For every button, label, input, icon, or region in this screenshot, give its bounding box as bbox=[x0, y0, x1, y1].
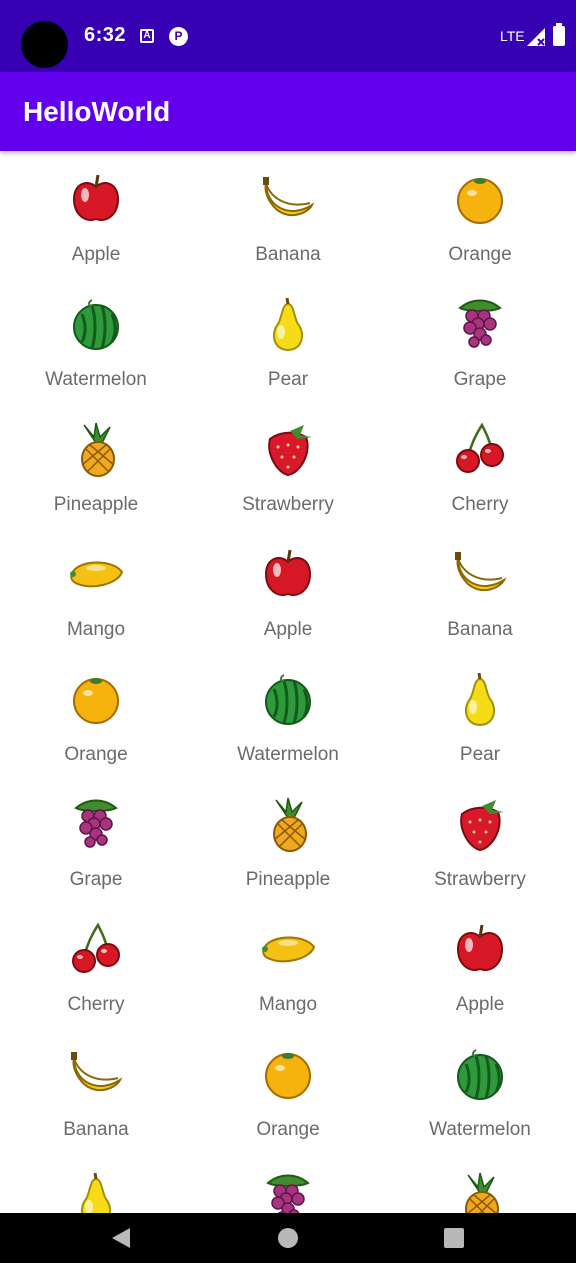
banana-icon bbox=[260, 171, 316, 227]
fruit-item[interactable]: Pineapple bbox=[192, 776, 384, 901]
fruit-item[interactable]: Watermelon bbox=[192, 651, 384, 776]
signal-icon bbox=[527, 28, 545, 46]
home-icon[interactable] bbox=[278, 1228, 298, 1248]
fruit-item[interactable]: Watermelon bbox=[0, 276, 192, 401]
watermelon-icon bbox=[260, 671, 316, 727]
fruit-label: Banana bbox=[447, 619, 513, 640]
watermelon-icon bbox=[452, 1046, 508, 1102]
fruit-item[interactable]: Apple bbox=[0, 151, 192, 276]
fruit-label: Strawberry bbox=[242, 494, 334, 515]
fruit-item[interactable]: Banana bbox=[384, 526, 576, 651]
fruit-label: Cherry bbox=[67, 994, 125, 1015]
fruit-item[interactable]: Pear bbox=[0, 1151, 192, 1213]
fruit-item[interactable]: Strawberry bbox=[384, 776, 576, 901]
pineapple-icon bbox=[68, 421, 124, 477]
fruit-item[interactable]: Orange bbox=[384, 151, 576, 276]
banana-icon bbox=[68, 1046, 124, 1102]
fruit-label: Apple bbox=[455, 994, 505, 1015]
fruit-item[interactable]: Apple bbox=[192, 526, 384, 651]
back-icon[interactable] bbox=[110, 1227, 132, 1249]
fruit-label: Orange bbox=[448, 244, 512, 265]
orange-icon bbox=[452, 171, 508, 227]
pear-icon bbox=[68, 1171, 124, 1213]
fruit-label: Pear bbox=[267, 369, 309, 390]
fruit-label: Pineapple bbox=[245, 869, 331, 890]
watermelon-icon bbox=[68, 296, 124, 352]
apple-icon bbox=[260, 546, 316, 602]
app-bar: HelloWorld bbox=[0, 72, 576, 151]
fruit-item[interactable]: Grape bbox=[0, 776, 192, 901]
fruit-item[interactable]: Cherry bbox=[0, 901, 192, 1026]
navigation-bar bbox=[0, 1213, 576, 1263]
fruit-label: Pineapple bbox=[53, 494, 139, 515]
p-icon: P bbox=[169, 27, 188, 46]
status-bar: 6:32 A P LTE bbox=[0, 0, 576, 72]
orange-icon bbox=[260, 1046, 316, 1102]
camera-cutout bbox=[21, 21, 68, 68]
fruit-label: Apple bbox=[263, 619, 313, 640]
battery-icon bbox=[553, 23, 565, 46]
fruit-label: Watermelon bbox=[237, 744, 339, 765]
fruit-label: Banana bbox=[255, 244, 321, 265]
fruit-grid[interactable]: Apple Banana Orange Watermelon Pear Grape Pine… bbox=[0, 151, 576, 1213]
fruit-item[interactable]: Cherry bbox=[384, 401, 576, 526]
fruit-label: Mango bbox=[66, 619, 126, 640]
fruit-item[interactable]: Pineapple bbox=[384, 1151, 576, 1213]
fruit-item[interactable]: Grape bbox=[384, 276, 576, 401]
fruit-label: Banana bbox=[63, 1119, 129, 1140]
apple-icon bbox=[452, 921, 508, 977]
pear-icon bbox=[452, 671, 508, 727]
mango-icon bbox=[260, 921, 316, 977]
orange-icon bbox=[68, 671, 124, 727]
fruit-item[interactable]: Watermelon bbox=[384, 1026, 576, 1151]
fruit-label: Strawberry bbox=[434, 869, 526, 890]
status-time: 6:32 bbox=[84, 24, 127, 46]
fruit-item[interactable]: Mango bbox=[0, 526, 192, 651]
fruit-item[interactable]: Orange bbox=[0, 651, 192, 776]
pineapple-icon bbox=[452, 1171, 508, 1213]
grape-icon bbox=[68, 796, 124, 852]
fruit-item[interactable]: Banana bbox=[192, 151, 384, 276]
banana-icon bbox=[452, 546, 508, 602]
cherry-icon bbox=[68, 921, 124, 977]
fruit-label: Pear bbox=[459, 744, 501, 765]
fruit-item[interactable]: Pear bbox=[192, 276, 384, 401]
fruit-item[interactable]: Orange bbox=[192, 1026, 384, 1151]
network-type: LTE bbox=[500, 28, 525, 44]
pineapple-icon bbox=[260, 796, 316, 852]
grape-icon bbox=[452, 296, 508, 352]
fruit-item[interactable]: Apple bbox=[384, 901, 576, 1026]
a-icon: A bbox=[140, 29, 154, 43]
fruit-item[interactable]: Pineapple bbox=[0, 401, 192, 526]
fruit-label: Watermelon bbox=[45, 369, 147, 390]
fruit-label: Orange bbox=[64, 744, 128, 765]
fruit-label: Grape bbox=[453, 369, 507, 390]
grape-icon bbox=[260, 1171, 316, 1213]
fruit-item[interactable]: Grape bbox=[192, 1151, 384, 1213]
fruit-label: Mango bbox=[258, 994, 318, 1015]
pear-icon bbox=[260, 296, 316, 352]
strawberry-icon bbox=[260, 421, 316, 477]
fruit-item[interactable]: Pear bbox=[384, 651, 576, 776]
fruit-label: Orange bbox=[256, 1119, 320, 1140]
app-title: HelloWorld bbox=[23, 96, 171, 127]
strawberry-icon bbox=[452, 796, 508, 852]
recents-icon[interactable] bbox=[444, 1228, 464, 1248]
mango-icon bbox=[68, 546, 124, 602]
fruit-item[interactable]: Banana bbox=[0, 1026, 192, 1151]
cherry-icon bbox=[452, 421, 508, 477]
fruit-label: Watermelon bbox=[429, 1119, 531, 1140]
fruit-item[interactable]: Mango bbox=[192, 901, 384, 1026]
fruit-label: Apple bbox=[71, 244, 121, 265]
fruit-item[interactable]: Strawberry bbox=[192, 401, 384, 526]
fruit-label: Grape bbox=[69, 869, 123, 890]
apple-icon bbox=[68, 171, 124, 227]
fruit-label: Cherry bbox=[451, 494, 509, 515]
